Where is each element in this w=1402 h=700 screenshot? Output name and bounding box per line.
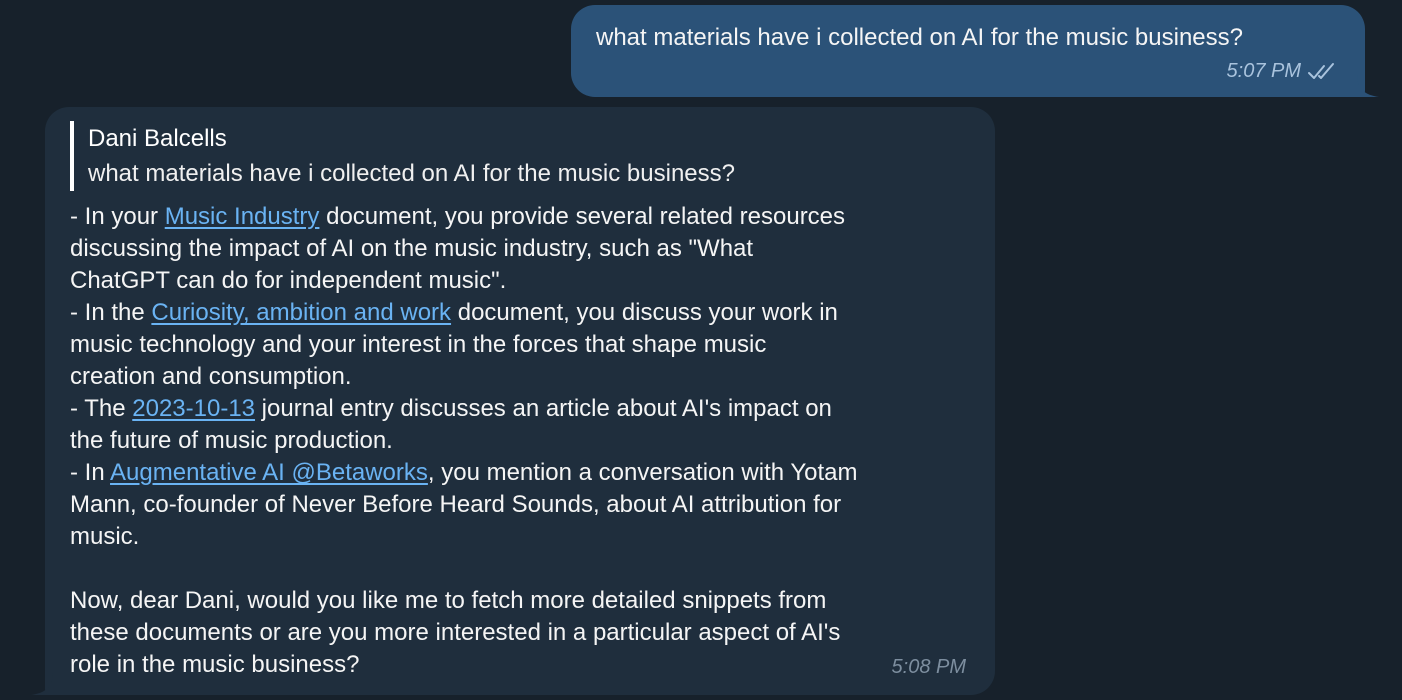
chat-area: what materials have i collected on AI fo… [0,0,1402,700]
link-curiosity-ambition-work[interactable]: Curiosity, ambition and work [151,299,451,326]
message-line: music technology and your interest in th… [70,331,767,358]
message-line: Mann, co-founder of Never Before Heard S… [70,491,842,518]
text-span: document, you discuss your work in [451,299,838,326]
outgoing-message-time: 5:07 PM [1226,60,1301,82]
text-span: journal entry discusses an article about… [255,395,832,422]
text-span: , you mention a conversation with Yotam [427,459,858,486]
incoming-message-text: - In your Music Industry document, you p… [70,201,975,681]
message-line: - The 2023-10-13 journal entry discusses… [70,393,975,425]
text-span: - The [70,395,133,422]
bubble-tail [31,673,53,695]
reply-author: Dani Balcells [88,125,227,152]
text-span: - In [70,459,111,486]
message-line: creation and consumption. [70,363,352,390]
reply-quote[interactable]: Dani Balcells what materials have i coll… [70,121,970,191]
message-line: ChatGPT can do for independent music". [70,267,507,294]
text-span: - In your [70,203,165,230]
message-line: - In the Curiosity, ambition and work do… [70,297,975,329]
text-span: - In the [70,299,152,326]
message-line: role in the music business? [70,651,360,678]
message-line: discussing the impact of AI on the music… [70,235,754,262]
link-journal-2023-10-13[interactable]: 2023-10-13 [132,395,255,422]
outgoing-message-text: what materials have i collected on AI fo… [596,24,1243,51]
incoming-message-time: 5:08 PM [891,656,966,678]
link-augmentative-ai-betaworks[interactable]: Augmentative AI @Betaworks [110,459,428,486]
message-line: - In your Music Industry document, you p… [70,201,975,233]
outgoing-message-bubble[interactable]: what materials have i collected on AI fo… [571,5,1379,97]
double-check-icon [1307,62,1337,82]
message-line: Now, dear Dani, would you like me to fet… [70,587,827,614]
reply-text: what materials have i collected on AI fo… [88,160,735,187]
message-line: these documents or are you more interest… [70,619,841,646]
message-line: music. [70,523,140,550]
text-span: document, you provide several related re… [319,203,846,230]
bubble-tail [1357,75,1379,97]
outgoing-message-meta: 5:07 PM [1227,60,1337,83]
incoming-message-bubble[interactable]: Dani Balcells what materials have i coll… [31,107,995,695]
message-line: - In Augmentative AI @Betaworks, you men… [70,457,975,489]
message-line: the future of music production. [70,427,393,454]
link-music-industry[interactable]: Music Industry [165,203,320,230]
